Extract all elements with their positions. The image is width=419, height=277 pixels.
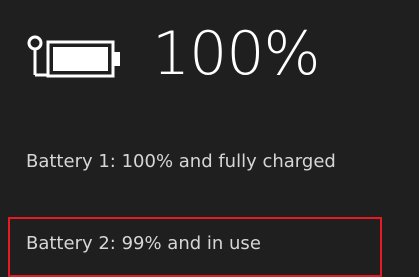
- highlight-annotation-box: [8, 217, 382, 277]
- battery-plugged-icon: [20, 30, 130, 90]
- battery-1-status: Battery 1: 100% and fully charged: [26, 151, 336, 172]
- battery-flyout: 100% Battery 1: 100% and fully charged B…: [0, 0, 419, 277]
- battery-percentage: 100%: [152, 19, 321, 89]
